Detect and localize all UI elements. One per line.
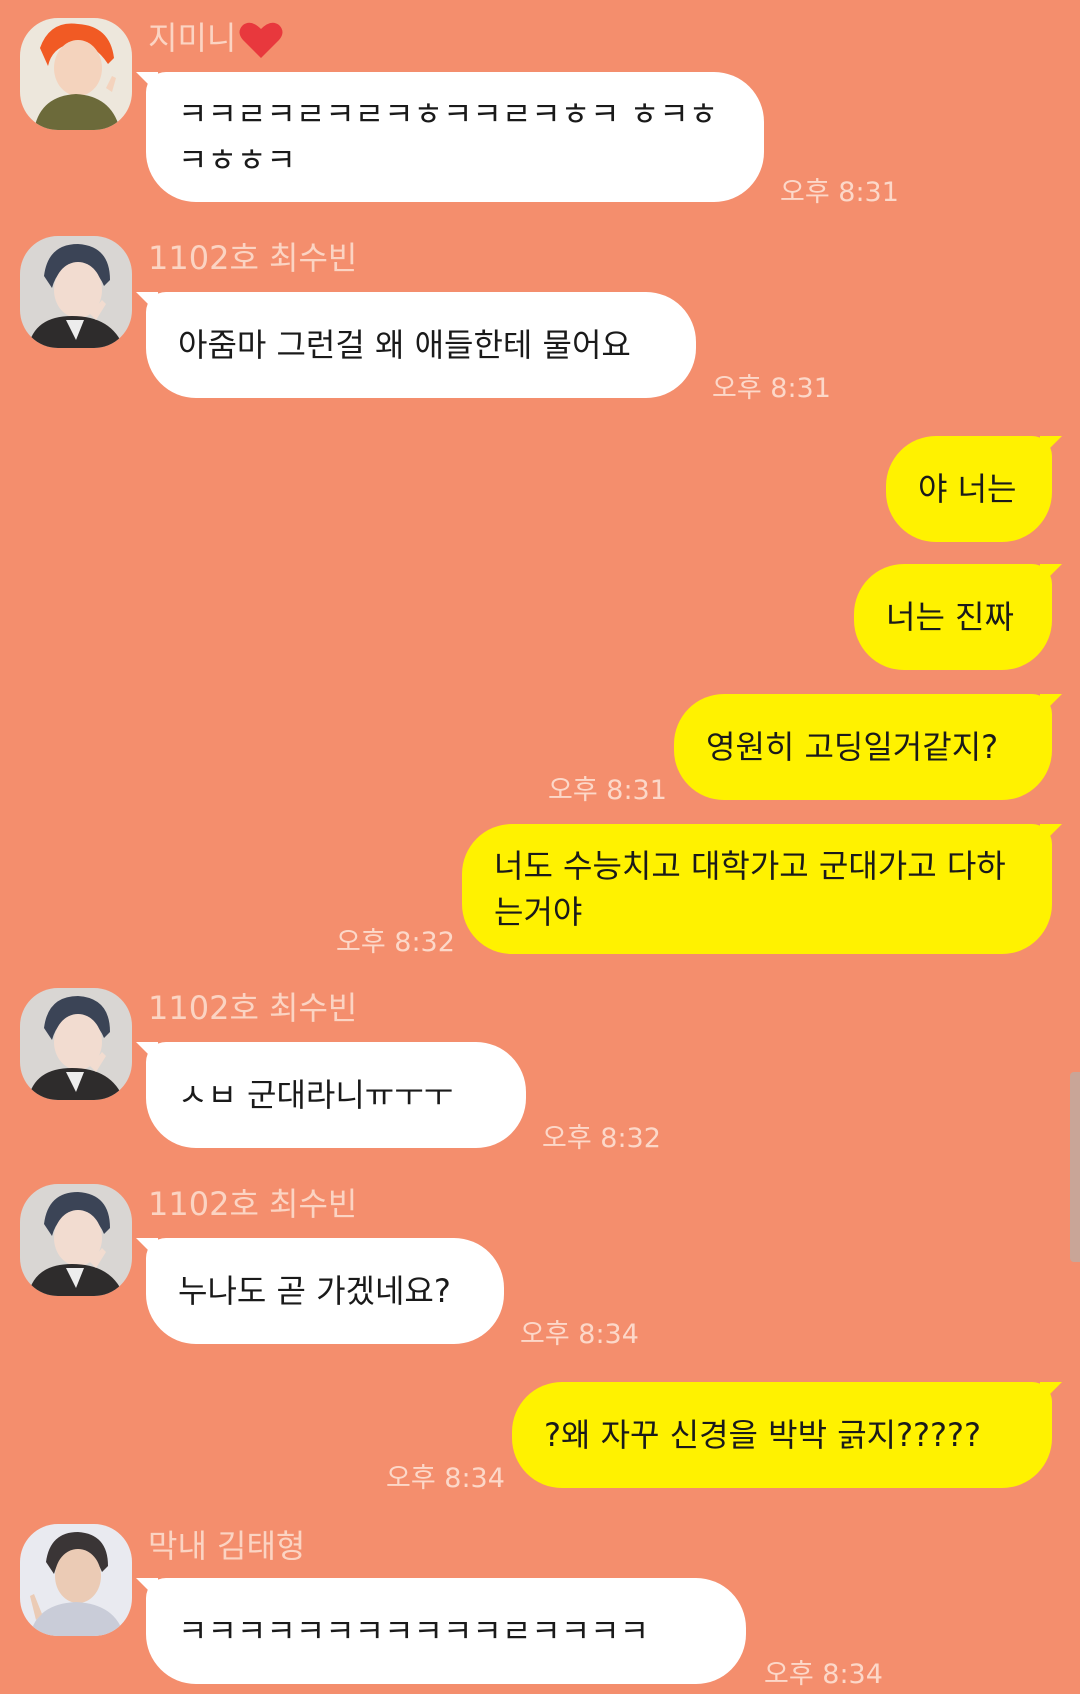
- message-timestamp: 오후 8:31: [780, 177, 899, 208]
- avatar[interactable]: [20, 18, 132, 130]
- avatar-image: [20, 236, 132, 348]
- message-text: 야 너는: [918, 470, 1017, 508]
- message-text: 영원히 고딩일거같지?: [706, 728, 999, 766]
- message-text: 아줌마 그런걸 왜 애들한테 물어요: [178, 326, 631, 364]
- message-text: ㅋㅋㄹㅋㄹㅋㄹㅋㅎㅋㅋㄹㅋㅎㅋ ㅎㅋㅎㅋㅎㅎㅋ: [178, 95, 719, 179]
- sender-name: 1102호 최수빈: [148, 1185, 358, 1223]
- message-bubble-outgoing[interactable]: 야 너는: [886, 436, 1062, 542]
- avatar[interactable]: [20, 1184, 132, 1296]
- message-text: ?왜 자꾸 신경을 박박 긁지?????: [544, 1416, 981, 1454]
- message-timestamp: 오후 8:32: [542, 1123, 661, 1154]
- message-timestamp: 오후 8:32: [336, 927, 455, 958]
- message-bubble-outgoing[interactable]: 너는 진짜: [854, 564, 1062, 670]
- message-bubble[interactable]: ㅋㅋㄹㅋㄹㅋㄹㅋㅎㅋㅋㄹㅋㅎㅋ ㅎㅋㅎㅋㅎㅎㅋ: [136, 72, 764, 202]
- message-bubble-outgoing[interactable]: 너도 수능치고 대학가고 군대가고 다하는거야: [462, 824, 1062, 954]
- scrollbar[interactable]: [1070, 1072, 1080, 1262]
- avatar-image: [20, 18, 132, 130]
- message-bubble[interactable]: ㅅㅂ 군대라니ㅠㅜㅜ: [136, 1042, 526, 1148]
- avatar-image: [20, 1184, 132, 1296]
- message-bubble[interactable]: ㅋㅋㅋㅋㅋㅋㅋㅋㅋㅋㅋㄹㅋㅋㅋㅋ: [136, 1578, 746, 1684]
- message-text: 너도 수능치고 대학가고 군대가고 다하는거야: [494, 847, 1006, 931]
- message-text: ㅅㅂ 군대라니ㅠㅜㅜ: [178, 1076, 454, 1114]
- avatar[interactable]: [20, 1524, 132, 1636]
- message-text: 누나도 곧 가겠네요?: [178, 1272, 451, 1310]
- avatar[interactable]: [20, 236, 132, 348]
- message-timestamp: 오후 8:31: [712, 373, 831, 404]
- message-bubble[interactable]: 아줌마 그런걸 왜 애들한테 물어요: [136, 292, 696, 398]
- message-timestamp: 오후 8:34: [764, 1659, 883, 1690]
- sender-name: 막내 김태형: [148, 1527, 306, 1565]
- message-timestamp: 오후 8:34: [520, 1319, 639, 1350]
- heart-icon: [239, 22, 283, 58]
- message-text: 너는 진짜: [886, 598, 1014, 636]
- message-timestamp: 오후 8:34: [386, 1463, 505, 1494]
- avatar[interactable]: [20, 988, 132, 1100]
- sender-name: 1102호 최수빈: [148, 989, 358, 1027]
- message-bubble-outgoing[interactable]: ?왜 자꾸 신경을 박박 긁지?????: [512, 1382, 1062, 1488]
- message-bubble[interactable]: 누나도 곧 가겠네요?: [136, 1238, 504, 1344]
- avatar-image: [20, 1524, 132, 1636]
- avatar-image: [20, 988, 132, 1100]
- sender-name: 1102호 최수빈: [148, 239, 358, 277]
- message-bubble-outgoing[interactable]: 영원히 고딩일거같지?: [674, 694, 1062, 800]
- message-timestamp: 오후 8:31: [548, 775, 667, 806]
- sender-name: 지미니: [148, 18, 284, 60]
- message-text: ㅋㅋㅋㅋㅋㅋㅋㅋㅋㅋㅋㄹㅋㅋㅋㅋ: [178, 1612, 650, 1650]
